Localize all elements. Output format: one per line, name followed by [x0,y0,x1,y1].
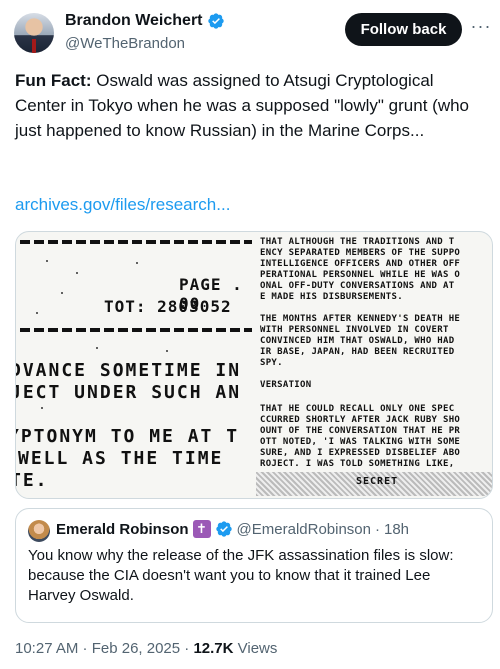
document-text-line: ONAL OFF-DUTY CONVERSATIONS AND AT [260,281,455,291]
cross-icon: ✝ [192,520,211,538]
speck [166,350,168,352]
speck [61,292,63,294]
views-label: Views [233,640,278,657]
document-text-line: IR BASE, JAPAN, HAD BEEN RECRUITED [260,347,455,357]
tweet-timestamp[interactable]: 10:27 AM · Feb 26, 2025 · [15,640,193,657]
document-line: WELL AS THE TIME [18,448,224,469]
separator-dot: · [375,520,380,538]
author-display-name[interactable]: Brandon Weichert [65,12,203,30]
document-text-line: CCURRED SHORTLY AFTER JACK RUBY SHO [260,415,461,425]
redaction-dashes [20,328,252,332]
author-name-row: Brandon Weichert [65,12,225,30]
quoted-text: You know why the release of the JFK assa… [28,547,454,604]
secret-stamp: SECRET [356,476,399,487]
quoted-display-name: Emerald Robinson [56,520,189,538]
document-image[interactable]: PAGE . 00 TOT: 2803052 DVANCE SOMETIME I… [15,231,493,499]
author-handle[interactable]: @WeTheBrandon [65,35,185,52]
speck [46,260,48,262]
tweet-header: Brandon Weichert @WeTheBrandon Follow ba… [0,0,500,64]
tweet-meta: 10:27 AM · Feb 26, 2025 · 12.7K Views [15,640,277,657]
document-line: DVANCE SOMETIME IN [15,360,242,381]
document-text-line: ENCY SEPARATED MEMBERS OF THE SUPPO [260,248,461,258]
speck [41,407,43,409]
quoted-tweet[interactable]: Emerald Robinson ✝ @EmeraldRobinson · 18… [15,508,493,623]
document-line: TE. [16,470,49,491]
tweet-text-bold: Fun Fact: [15,71,92,90]
redaction-dashes [20,240,252,244]
document-text-line: CONVINCED HIM THAT OSWALD, WHO HAD [260,336,455,346]
document-text-line: VERSATION [260,380,312,390]
document-text-line: SPY. [260,358,283,368]
verified-badge-icon [207,13,224,29]
quoted-author-row: Emerald Robinson ✝ @EmeraldRobinson · 18… [56,520,409,538]
document-line: YPTONYM TO ME AT T [15,426,240,447]
document-left-fragment: PAGE . 00 TOT: 2803052 DVANCE SOMETIME I… [16,232,256,498]
quoted-handle: @EmeraldRobinson [236,520,371,538]
views-count: 12.7K [193,640,234,657]
document-text-line: OUNT OF THE CONVERSATION THAT HE PR [260,426,461,436]
speck [76,272,78,274]
tweet-text: Fun Fact: Oswald was assigned to Atsugi … [15,68,485,143]
speck [36,312,38,314]
document-text-line: ROJECT. I WAS TOLD SOMETHING LIKE, [260,459,455,469]
follow-back-button[interactable]: Follow back [345,13,462,46]
document-text-line: WITH PERSONNEL INVOLVED IN COVERT [260,325,449,335]
document-text-line: OTT NOTED, 'I WAS TALKING WITH SOME [260,437,461,447]
quoted-author-avatar [28,520,50,542]
verified-badge-icon [215,521,232,537]
document-line: JECT UNDER SUCH AN [15,382,242,403]
tot-label: TOT: 2803052 [104,297,232,316]
speck [96,347,98,349]
document-text-line: THAT ALTHOUGH THE TRADITIONS AND T [260,237,455,247]
document-text-line: E MADE HIS DISBURSEMENTS. [260,292,403,302]
document-text-line: PERATIONAL PERSONNEL WHILE HE WAS O [260,270,461,280]
quoted-time: 18h [384,520,410,538]
more-options-icon[interactable]: ··· [470,16,492,42]
speck [136,262,138,264]
tweet-link[interactable]: archives.gov/files/research... [15,195,230,215]
document-text-line: THAT HE COULD RECALL ONLY ONE SPEC [260,404,455,414]
document-right-fragment: THAT ALTHOUGH THE TRADITIONS AND T ENCY … [256,232,492,498]
document-text-line: SURE, AND I EXPRESSED DISBELIEF ABO [260,448,461,458]
author-avatar[interactable] [14,13,54,53]
document-text-line: THE MONTHS AFTER KENNEDY'S DEATH HE [260,314,461,324]
document-text-line: INTELLIGENCE OFFICERS AND OTHER OFF [260,259,461,269]
